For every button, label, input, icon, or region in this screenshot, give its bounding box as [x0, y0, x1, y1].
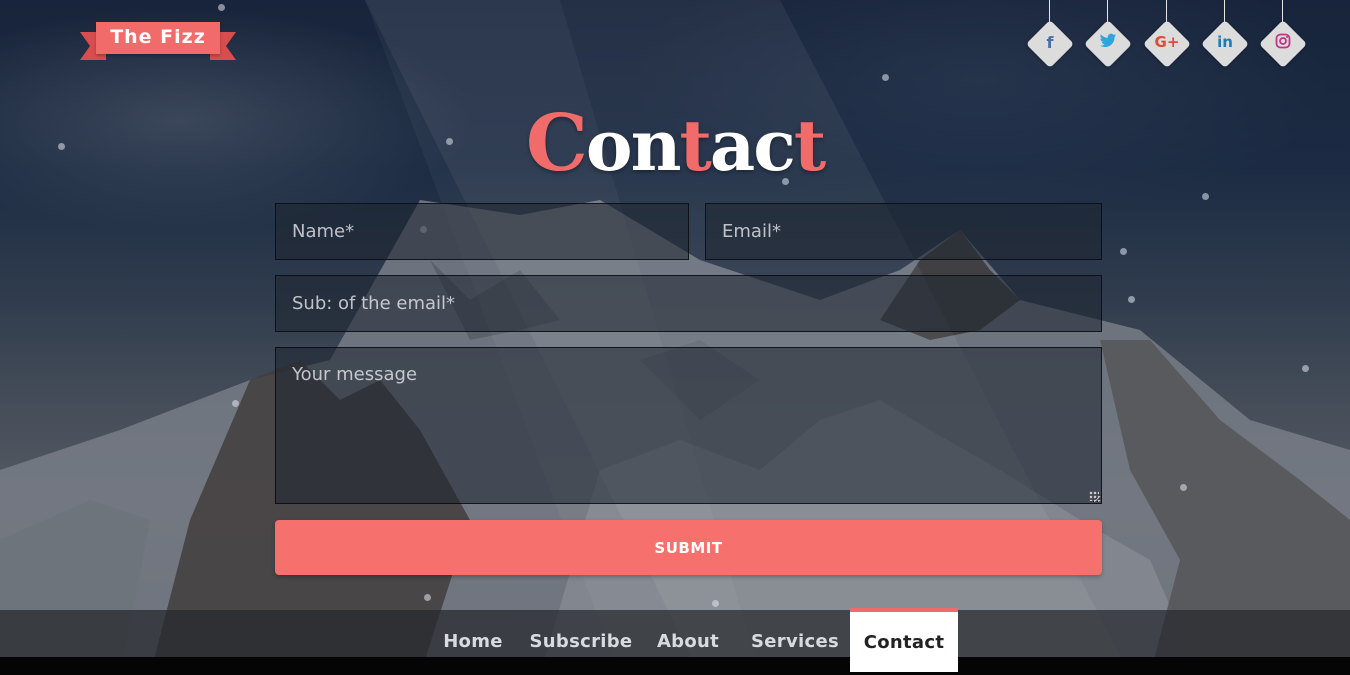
submit-button[interactable]: SUBMIT: [275, 520, 1102, 575]
snow-particle: [232, 400, 239, 407]
title-letter: t: [679, 104, 712, 187]
social-linkedin-link[interactable]: in: [1195, 0, 1255, 80]
title-letter: c: [753, 104, 796, 187]
nav-bottom-strip: [0, 657, 1350, 675]
page-title: Contact: [0, 98, 1350, 189]
social-google-plus-link[interactable]: G+: [1137, 0, 1197, 80]
snow-particle: [1120, 248, 1127, 255]
resize-grip-icon[interactable]: [1089, 491, 1099, 501]
social-twitter-link[interactable]: [1078, 0, 1138, 80]
snow-particle: [1128, 296, 1135, 303]
title-letter: a: [709, 104, 755, 187]
snow-particle: [1180, 484, 1187, 491]
hanging-string: [1107, 0, 1108, 22]
title-letter: C: [525, 98, 588, 189]
nav-item-home[interactable]: Home: [430, 610, 516, 657]
hanging-string: [1282, 0, 1283, 22]
snow-particle: [1302, 365, 1309, 372]
nav-item-subscribe[interactable]: Subscribe: [524, 610, 638, 657]
message-textarea[interactable]: [275, 347, 1102, 504]
social-instagram-link[interactable]: [1253, 0, 1313, 80]
email-input[interactable]: [705, 203, 1102, 260]
nav-item-services[interactable]: Services: [742, 610, 848, 657]
twitter-icon: [1078, 33, 1138, 53]
nav-item-contact[interactable]: Contact: [850, 608, 958, 672]
social-links: f G+ in: [1020, 0, 1320, 80]
snow-particle: [882, 74, 889, 81]
linkedin-icon: in: [1217, 33, 1233, 51]
nav-item-about[interactable]: About: [646, 610, 730, 657]
hanging-string: [1224, 0, 1225, 22]
logo-text: The Fizz: [110, 26, 206, 48]
snow-particle: [424, 594, 431, 601]
title-letter: n: [630, 104, 682, 187]
snow-particle: [712, 600, 719, 607]
title-letter: t: [793, 104, 826, 187]
social-facebook-link[interactable]: f: [1020, 0, 1080, 80]
snow-particle: [1202, 193, 1209, 200]
hanging-string: [1049, 0, 1050, 22]
subject-input[interactable]: [275, 275, 1102, 332]
facebook-icon: f: [1046, 33, 1054, 52]
instagram-icon: [1253, 33, 1313, 53]
name-input[interactable]: [275, 203, 689, 260]
hanging-string: [1166, 0, 1167, 22]
title-letter: o: [585, 104, 633, 187]
snow-particle: [218, 4, 225, 11]
google-plus-icon: G+: [1154, 33, 1180, 51]
logo-ribbon[interactable]: The Fizz: [80, 22, 236, 62]
